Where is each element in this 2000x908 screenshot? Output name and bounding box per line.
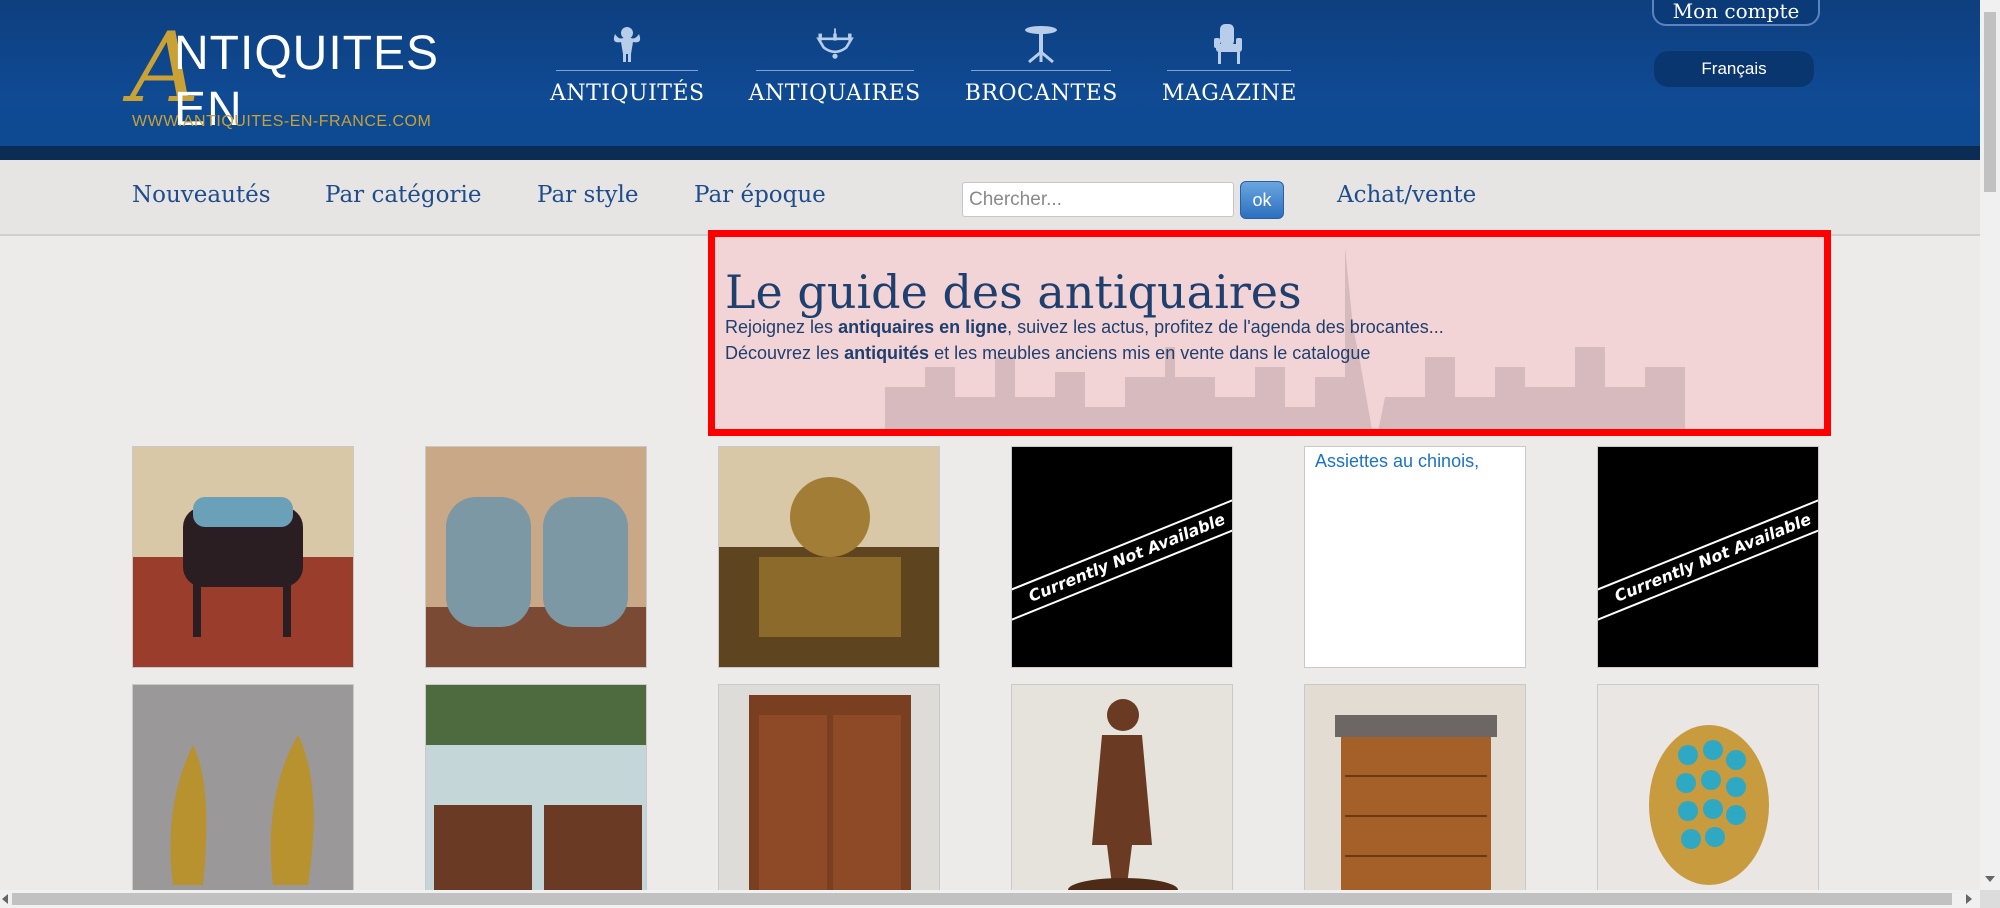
nav-brocantes[interactable]: BROCANTES <box>965 22 1118 106</box>
cherub-icon <box>607 22 647 66</box>
listing-thumb[interactable] <box>718 684 940 906</box>
listing-thumb[interactable] <box>718 446 940 668</box>
nav-rule <box>755 70 914 71</box>
subnav-par-categorie[interactable]: Par catégorie <box>325 182 481 208</box>
armoire-image <box>719 685 939 905</box>
nav-antiquaires[interactable]: ANTIQUAIRES <box>749 22 921 106</box>
listing-thumb[interactable] <box>1597 684 1819 906</box>
hero-banner: Le guide des antiquaires Rejoignez les a… <box>708 230 1831 436</box>
sideboards-image <box>426 685 646 905</box>
subnav-par-epoque[interactable]: Par époque <box>694 182 826 208</box>
logo-url: WWW.ANTIQUITES-EN-FRANCE.COM <box>132 113 432 130</box>
pedestal-table-icon <box>1021 22 1061 66</box>
listing-thumb[interactable] <box>425 446 647 668</box>
nav-label: ANTIQUAIRES <box>748 81 921 106</box>
hero-link-antiquites[interactable]: antiquités <box>844 343 929 363</box>
nav-antiquites[interactable]: ANTIQUITÉS <box>550 22 705 106</box>
subnav-achat-vente[interactable]: Achat/vente <box>1337 182 1476 208</box>
nav-magazine[interactable]: MAGAZINE <box>1162 22 1297 106</box>
hero-text: Découvrez les <box>725 343 845 363</box>
nav-rule <box>1167 70 1292 71</box>
unavailable-label: Currently Not Available <box>1012 489 1232 627</box>
hero-text: Rejoignez les <box>725 317 839 337</box>
site-logo[interactable]: A NTIQUITES EN FRANCE WWW.ANTIQUITES-EN-… <box>130 20 460 191</box>
unavailable-label: Currently Not Available <box>1598 489 1818 627</box>
nav-label: MAGAZINE <box>1161 81 1297 106</box>
hero-line-1: Rejoignez les antiquaires en ligne, suiv… <box>725 317 1444 338</box>
gilt-carving-image <box>719 447 939 667</box>
andirons-image <box>133 685 353 905</box>
chair-back-image <box>133 447 353 667</box>
hero-link-antiquaires[interactable]: antiquaires en ligne <box>838 317 1007 337</box>
listing-thumb-unavailable[interactable]: Currently Not Available <box>1597 446 1819 668</box>
site-header: A NTIQUITES EN FRANCE WWW.ANTIQUITES-EN-… <box>0 0 1980 191</box>
vertical-scrollbar[interactable] <box>1980 0 2000 890</box>
nav-rule <box>556 70 699 71</box>
search-input[interactable] <box>962 182 1234 217</box>
nav-label: BROCANTES <box>964 81 1118 106</box>
scroll-right-arrow-icon[interactable] <box>1966 894 1972 904</box>
turquoise-ring-image <box>1598 685 1818 905</box>
language-selector[interactable]: Français <box>1654 51 1814 87</box>
scrollbar-corner <box>1980 890 2000 908</box>
listing-thumb[interactable] <box>425 684 647 906</box>
statue-image <box>1012 685 1232 905</box>
horizontal-scroll-thumb[interactable] <box>12 893 1952 905</box>
listing-thumb[interactable] <box>1011 684 1233 906</box>
hero-text: , suivez les actus, profitez de l'agenda… <box>1007 317 1444 337</box>
nav-label: ANTIQUITÉS <box>550 81 705 106</box>
scroll-down-arrow-icon[interactable] <box>1985 876 1995 882</box>
subnav-par-style[interactable]: Par style <box>537 182 638 208</box>
armchair-icon <box>1209 22 1249 66</box>
logo-line-1: NTIQUITES <box>174 27 440 80</box>
hero-text: et les meubles anciens mis en vente dans… <box>929 343 1371 363</box>
chandelier-icon <box>815 22 855 66</box>
listing-thumb[interactable] <box>132 446 354 668</box>
search-ok-button[interactable]: ok <box>1240 181 1284 219</box>
armchairs-image <box>426 447 646 667</box>
subnav-nouveautes[interactable]: Nouveautés <box>132 182 271 208</box>
chest-of-drawers-image <box>1305 685 1525 905</box>
vertical-scroll-thumb[interactable] <box>1984 12 1996 192</box>
listing-thumb[interactable] <box>1304 684 1526 906</box>
broken-image-alt: Assiettes au chinois, <box>1315 451 1480 471</box>
horizontal-scrollbar[interactable] <box>0 890 1980 908</box>
sub-nav: Nouveautés Par catégorie Par style Par é… <box>0 160 1980 236</box>
listing-thumb[interactable] <box>132 684 354 906</box>
nav-rule <box>971 70 1112 71</box>
hero-line-2: Découvrez les antiquités et les meubles … <box>725 343 1370 364</box>
account-button[interactable]: Mon compte <box>1652 0 1820 26</box>
scroll-left-arrow-icon[interactable] <box>2 894 8 904</box>
main-nav: ANTIQUITÉS ANTIQUAIRES BROCANTES MAGAZIN… <box>550 22 1297 106</box>
listing-thumb-broken[interactable]: Assiettes au chinois, <box>1304 446 1526 668</box>
listing-thumb-unavailable[interactable]: Currently Not Available <box>1011 446 1233 668</box>
hero-title: Le guide des antiquaires <box>725 265 1302 319</box>
